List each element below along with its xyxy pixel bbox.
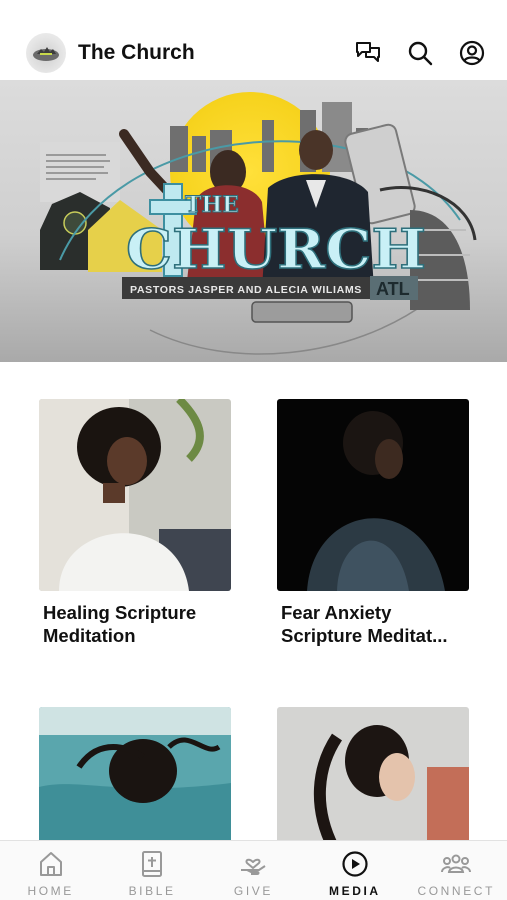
hero-subtitle: PASTORS JASPER AND ALECIA WILIAMS bbox=[130, 284, 362, 296]
tab-bible[interactable]: BIBLE bbox=[104, 849, 200, 898]
media-card-title-line: Meditation bbox=[43, 625, 136, 646]
header-actions bbox=[353, 38, 487, 68]
hero-logo-line1: THE bbox=[185, 192, 239, 218]
media-card-thumbnail bbox=[39, 399, 231, 591]
tab-label: CONNECT bbox=[417, 884, 496, 898]
tab-connect[interactable]: CONNECT bbox=[408, 849, 504, 898]
tab-label: HOME bbox=[27, 884, 74, 898]
search-icon bbox=[408, 41, 433, 66]
app-title: The Church bbox=[78, 41, 195, 64]
media-card-title: Healing Scripture Meditation bbox=[39, 601, 231, 647]
media-card[interactable]: Fear Anxiety Scripture Meditat... bbox=[277, 399, 469, 647]
tab-home[interactable]: HOME bbox=[3, 849, 99, 898]
hero-artwork: THE CHURCH PASTORS JASPER AND ALECIA WIL… bbox=[40, 92, 477, 355]
media-card-title-line: Scripture Meditat... bbox=[281, 625, 448, 646]
bottom-tab-bar: HOME BIBLE GIVE MEDIA CONNECT bbox=[0, 840, 507, 900]
home-icon bbox=[38, 849, 64, 879]
app-header: The Church bbox=[0, 26, 507, 80]
chat-icon bbox=[356, 42, 380, 62]
account-button[interactable] bbox=[457, 38, 487, 68]
hero-banner[interactable]: THE CHURCH PASTORS JASPER AND ALECIA WIL… bbox=[0, 80, 507, 362]
tab-give[interactable]: GIVE bbox=[205, 849, 301, 898]
media-card-title: Fear Anxiety Scripture Meditat... bbox=[277, 601, 469, 647]
church-logo-avatar[interactable] bbox=[26, 33, 66, 73]
tab-label: MEDIA bbox=[329, 884, 381, 898]
media-card-thumbnail bbox=[277, 399, 469, 591]
tab-label: GIVE bbox=[233, 884, 273, 898]
media-card-title-line: Healing Scripture bbox=[43, 602, 197, 623]
media-card[interactable]: Healing Scripture Meditation bbox=[39, 399, 231, 647]
chat-button[interactable] bbox=[353, 38, 383, 68]
play-icon bbox=[341, 849, 369, 879]
hero-logo-line2: CHURCH bbox=[126, 217, 426, 281]
hero-badge: ATL bbox=[376, 279, 410, 299]
church-logo-icon bbox=[33, 47, 59, 61]
bible-icon bbox=[140, 849, 164, 879]
account-icon bbox=[459, 40, 485, 66]
tab-media[interactable]: MEDIA bbox=[307, 849, 403, 898]
status-bar bbox=[0, 0, 507, 26]
collage-tablet bbox=[251, 301, 353, 323]
people-icon bbox=[440, 849, 472, 879]
give-icon bbox=[239, 849, 267, 879]
tab-label: BIBLE bbox=[128, 884, 176, 898]
search-button[interactable] bbox=[405, 38, 435, 68]
media-card-title-line: Fear Anxiety bbox=[281, 602, 392, 623]
